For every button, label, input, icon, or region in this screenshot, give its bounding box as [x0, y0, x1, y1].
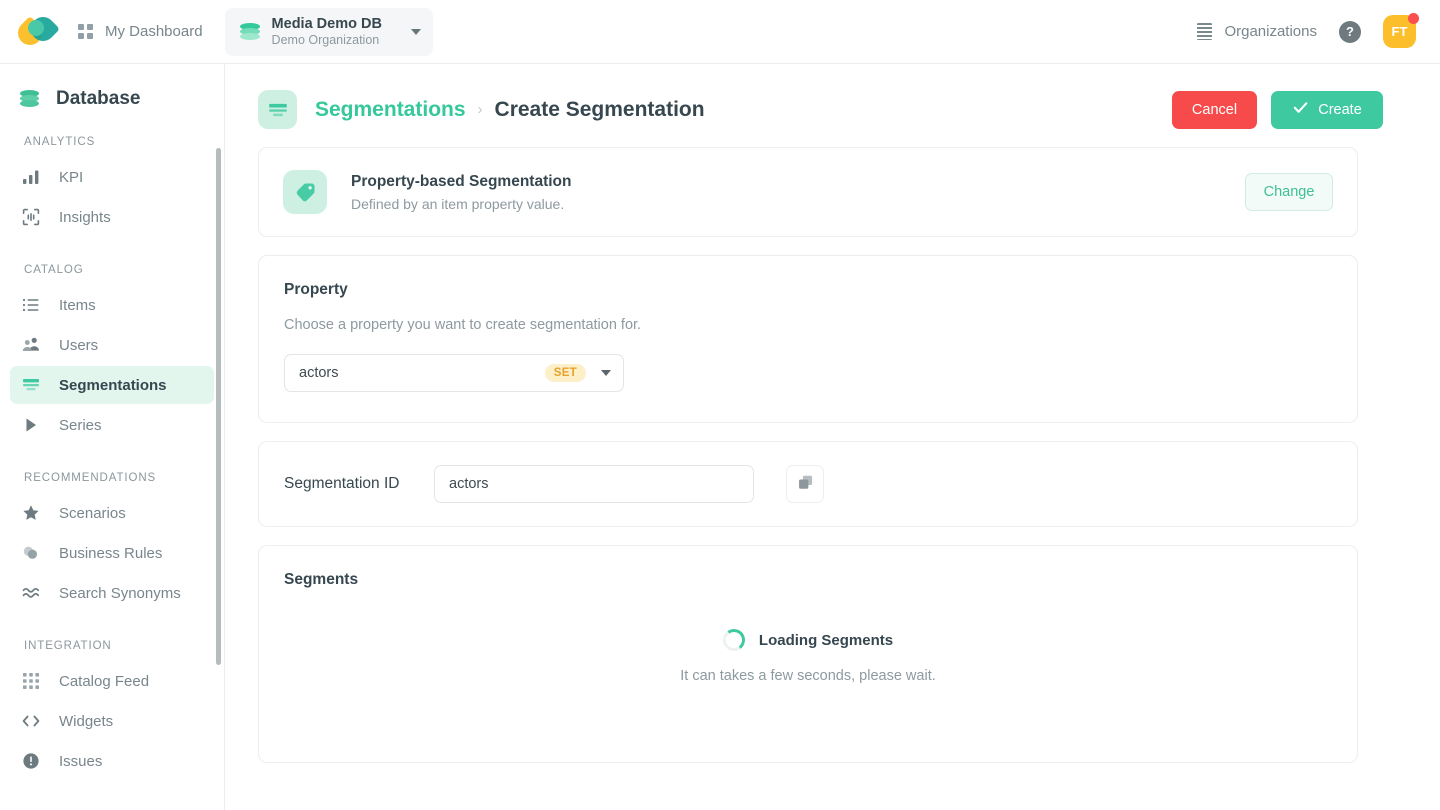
my-dashboard-label: My Dashboard [105, 23, 203, 40]
breadcrumb-parent-link[interactable]: Segmentations [315, 98, 466, 122]
sidebar-item-label: Search Synonyms [59, 584, 181, 602]
segments-card: Segments Loading Segments It can takes a… [258, 545, 1358, 763]
check-icon [1292, 99, 1309, 120]
copy-segmentation-id-button[interactable] [786, 465, 824, 503]
sidebar-scrollbar[interactable] [216, 148, 221, 665]
issues-icon [21, 752, 40, 771]
property-card: Property Choose a property you want to c… [258, 255, 1358, 423]
segments-loading-row: Loading Segments [284, 627, 1332, 653]
sidebar-item-search-synonyms[interactable]: Search Synonyms [10, 574, 214, 612]
users-icon [21, 336, 40, 355]
sidebar-item-label: Widgets [59, 712, 114, 730]
code-icon [21, 712, 40, 731]
bar-chart-icon [21, 168, 40, 187]
sidebar-item-widgets[interactable]: Widgets [10, 702, 214, 740]
grid-icon [78, 24, 93, 39]
page-header: Segmentations › Create Segmentation Canc… [225, 64, 1440, 129]
help-icon[interactable]: ? [1339, 20, 1361, 43]
create-button[interactable]: Create [1271, 90, 1383, 129]
change-button[interactable]: Change [1245, 173, 1333, 211]
sidebar-item-label: Items [59, 296, 96, 314]
catalog-feed-icon [21, 672, 40, 691]
sidebar-item-kpi[interactable]: KPI [10, 158, 214, 196]
segments-section-title: Segments [284, 571, 359, 588]
sidebar-item-label: Scenarios [59, 504, 126, 522]
segmentation-id-input[interactable] [434, 465, 754, 503]
notification-dot [1408, 13, 1419, 24]
sidebar-item-users[interactable]: Users [10, 326, 214, 364]
breadcrumb-separator: › [477, 101, 483, 118]
main-content: Segmentations › Create Segmentation Canc… [225, 64, 1440, 810]
app-logo[interactable] [0, 11, 74, 50]
sidebar-item-series[interactable]: Series [10, 406, 214, 444]
sidebar-item-label: Segmentations [59, 376, 167, 394]
sidebar-item-label: Insights [59, 208, 111, 226]
sidebar-item-segmentations[interactable]: Segmentations [10, 366, 214, 404]
organizations-label: Organizations [1224, 23, 1317, 40]
segmentation-type-subtitle: Defined by an item property value. [351, 195, 565, 212]
property-select[interactable]: actors SET [284, 354, 624, 392]
sidebar-item-label: Series [59, 416, 102, 434]
database-organization: Demo Organization [271, 32, 380, 47]
my-dashboard-link[interactable]: My Dashboard [78, 23, 203, 40]
segments-loading-subtitle: It can takes a few seconds, please wait. [680, 668, 936, 684]
sidebar-section-catalog: CATALOG [24, 264, 84, 276]
avatar-wrapper[interactable]: FT [1383, 13, 1419, 48]
segmentations-icon [21, 376, 40, 395]
segmentation-id-label: Segmentation ID [284, 475, 400, 492]
property-select-value: actors [299, 365, 339, 381]
sidebar-section-analytics: ANALYTICS [24, 136, 96, 148]
sidebar-database-header: Database [0, 64, 224, 110]
sidebar-item-label: Catalog Feed [59, 672, 150, 690]
sidebar: Database ANALYTICS KPI Insights CATALOG … [0, 64, 225, 810]
sidebar-item-label: Business Rules [59, 544, 163, 562]
page-actions: Cancel Create [1172, 90, 1383, 129]
copy-icon [797, 474, 814, 494]
sidebar-item-issues[interactable]: Issues [10, 742, 214, 780]
sidebar-header-label: Database [56, 88, 141, 109]
sidebar-item-items[interactable]: Items [10, 286, 214, 324]
sidebar-item-catalog-feed[interactable]: Catalog Feed [10, 662, 214, 700]
property-section-description: Choose a property you want to create seg… [284, 317, 642, 333]
property-type-badge: SET [544, 364, 586, 382]
insights-icon [21, 208, 40, 227]
building-icon [1197, 23, 1213, 40]
business-rules-icon [21, 544, 40, 563]
segments-loading-title: Loading Segments [758, 631, 894, 649]
database-selector[interactable]: Media Demo DB Demo Organization [224, 7, 433, 56]
sidebar-section-integration: INTEGRATION [24, 640, 112, 652]
sidebar-section-recommendations: RECOMMENDATIONS [24, 472, 157, 484]
loading-spinner-icon [721, 627, 747, 653]
segmentation-type-card: Property-based Segmentation Defined by a… [258, 147, 1358, 237]
sidebar-item-label: Issues [59, 752, 103, 770]
chevron-down-icon [410, 28, 421, 35]
database-icon [20, 89, 42, 109]
sidebar-item-scenarios[interactable]: Scenarios [10, 494, 214, 532]
star-icon [21, 504, 40, 523]
property-section-title: Property [284, 281, 348, 298]
sidebar-item-insights[interactable]: Insights [10, 198, 214, 236]
cancel-button[interactable]: Cancel [1172, 90, 1257, 129]
segmentation-type-title: Property-based Segmentation [351, 172, 572, 190]
logo-shape-green [28, 19, 44, 36]
top-bar: My Dashboard Media Demo DB Demo Organiza… [0, 0, 1440, 64]
sidebar-item-label: KPI [59, 168, 84, 186]
play-icon [21, 416, 40, 435]
organizations-link[interactable]: Organizations [1197, 23, 1317, 40]
create-button-label: Create [1318, 101, 1362, 118]
database-icon [239, 21, 261, 43]
list-icon [21, 296, 40, 315]
sidebar-item-business-rules[interactable]: Business Rules [10, 534, 214, 572]
tag-icon [283, 170, 327, 214]
chevron-down-icon [601, 370, 611, 376]
database-name: Media Demo DB [271, 15, 382, 32]
segmentations-icon [258, 90, 297, 129]
synonyms-icon [21, 584, 40, 603]
segmentation-id-card: Segmentation ID [258, 441, 1358, 527]
sidebar-item-label: Users [59, 336, 99, 354]
page-title: Create Segmentation [494, 97, 705, 121]
